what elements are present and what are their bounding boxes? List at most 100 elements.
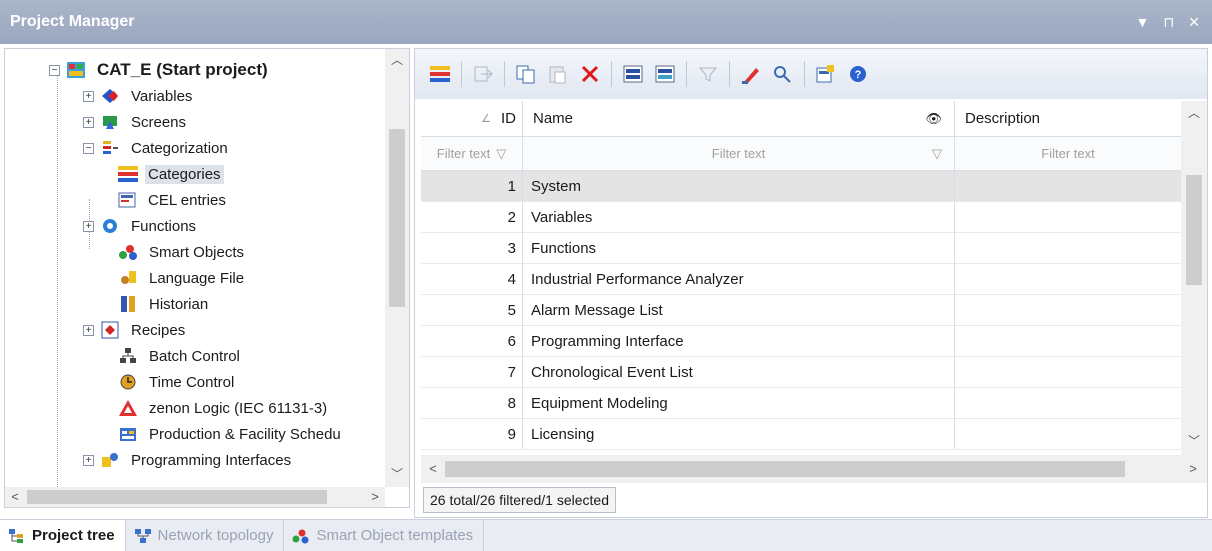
tab-smart-object-templates[interactable]: Smart Object templates [284, 520, 485, 551]
scrollbar-thumb[interactable] [1186, 175, 1202, 285]
table-row[interactable]: 5 Alarm Message List [421, 295, 1181, 326]
grid-vertical-scrollbar[interactable]: ︿ ﹀ [1181, 101, 1207, 455]
tab-project-tree[interactable]: Project tree [0, 520, 126, 551]
tree-item-variables[interactable]: + Variables [83, 83, 195, 109]
expand-icon[interactable]: + [83, 90, 94, 102]
filter-funnel-icon[interactable]: ▽ [496, 146, 506, 162]
tree-item-time-control[interactable]: Time Control [101, 369, 237, 395]
cell-description [955, 295, 1181, 325]
column-header-description[interactable]: Description [955, 101, 1181, 136]
tree-item-categorization[interactable]: − Categorization [83, 135, 231, 161]
tree-item-batch-control[interactable]: Batch Control [101, 343, 243, 369]
jump-to-icon[interactable] [472, 63, 494, 85]
cell-id: 4 [421, 264, 523, 294]
scrollbar-thumb[interactable] [445, 461, 1125, 477]
tree-item-screens[interactable]: + Screens [83, 109, 189, 135]
table-row[interactable]: 6 Programming Interface [421, 326, 1181, 357]
table-row[interactable]: 8 Equipment Modeling [421, 388, 1181, 419]
column-header-name[interactable]: Name 👁 [523, 101, 955, 136]
search-icon[interactable] [772, 63, 794, 85]
scroll-down-icon[interactable]: ﹀ [1181, 429, 1207, 453]
tree-item-programming-interfaces[interactable]: + Programming Interfaces [83, 447, 294, 473]
grid-horizontal-scrollbar[interactable]: < > [421, 455, 1207, 483]
delete-icon[interactable] [579, 63, 601, 85]
cell-name: Variables [523, 202, 955, 232]
production-scheduler-icon [118, 425, 138, 443]
project-tree: − CAT_E (Start project) + Variables + Sc… [5, 49, 385, 487]
status-summary: 26 total/26 filtered/1 selected [423, 487, 617, 513]
copy-icon[interactable] [515, 63, 537, 85]
table-row[interactable]: 1 System [421, 171, 1181, 202]
tree-item-zenon-logic[interactable]: zenon Logic (IEC 61131-3) [101, 395, 330, 421]
window-title: Project Manager [10, 13, 135, 30]
cell-description [955, 326, 1181, 356]
cell-id: 3 [421, 233, 523, 263]
tree-item-cel-entries[interactable]: CEL entries [117, 187, 229, 213]
scroll-left-icon[interactable]: < [5, 487, 25, 507]
tree-item-historian[interactable]: Historian [101, 291, 211, 317]
filter-cell-description[interactable]: Filter text [955, 137, 1181, 170]
new-category-icon[interactable] [429, 63, 451, 85]
tree-item-smart-objects[interactable]: Smart Objects [101, 239, 247, 265]
column-header-id[interactable]: ∠ ID [421, 101, 523, 136]
cell-name: System [523, 171, 955, 201]
help-icon[interactable]: ? [847, 63, 869, 85]
scroll-right-icon[interactable]: > [1181, 455, 1205, 483]
table-row[interactable]: 4 Industrial Performance Analyzer [421, 264, 1181, 295]
filter-cell-id[interactable]: Filter text ▽ [421, 137, 523, 170]
xml-import-icon[interactable] [654, 63, 676, 85]
collapse-icon[interactable]: − [83, 142, 94, 154]
screens-icon [100, 113, 120, 131]
filter-funnel-icon[interactable]: ▽ [932, 146, 942, 162]
edit-icon[interactable] [740, 63, 762, 85]
cell-description [955, 388, 1181, 418]
dropdown-icon[interactable]: ▼ [1135, 14, 1149, 31]
scroll-down-icon[interactable]: ﹀ [385, 463, 409, 485]
tree-root[interactable]: − CAT_E (Start project) [49, 57, 271, 83]
tree-item-recipes[interactable]: + Recipes [83, 317, 188, 343]
cell-description [955, 264, 1181, 294]
expand-icon[interactable]: + [83, 324, 94, 336]
properties-icon[interactable] [815, 63, 837, 85]
filter-icon[interactable] [697, 63, 719, 85]
table-row[interactable]: 2 Variables [421, 202, 1181, 233]
cell-id: 7 [421, 357, 523, 387]
scroll-left-icon[interactable]: < [421, 455, 445, 483]
project-tree-panel: − CAT_E (Start project) + Variables + Sc… [4, 48, 410, 508]
xml-export-icon[interactable] [622, 63, 644, 85]
scroll-up-icon[interactable]: ︿ [385, 49, 409, 71]
scrollbar-thumb[interactable] [27, 490, 327, 504]
tree-item-production-scheduler[interactable]: Production & Facility Schedu [101, 421, 344, 447]
cell-id: 6 [421, 326, 523, 356]
binoculars-icon[interactable]: 👁 [925, 111, 942, 127]
close-icon[interactable]: ✕ [1188, 14, 1200, 31]
tab-network-topology[interactable]: Network topology [126, 520, 285, 551]
table-row[interactable]: 9 Licensing [421, 419, 1181, 450]
categories-icon [117, 165, 138, 183]
smart-object-templates-icon [292, 528, 310, 544]
tree-item-categories[interactable]: Categories [117, 161, 224, 187]
tree-vertical-scrollbar[interactable]: ︿ ﹀ [385, 49, 409, 487]
svg-text:?: ? [855, 69, 862, 81]
categories-panel: ? ∠ ID Name 👁 Description Filter text ▽ … [414, 48, 1208, 518]
cell-id: 8 [421, 388, 523, 418]
historian-icon [118, 295, 138, 313]
table-row[interactable]: 7 Chronological Event List [421, 357, 1181, 388]
tree-item-functions[interactable]: + Functions [83, 213, 199, 239]
expand-icon[interactable]: + [83, 116, 94, 128]
paste-icon[interactable] [547, 63, 569, 85]
pin-icon[interactable]: ⊓ [1163, 14, 1174, 31]
cell-name: Licensing [523, 419, 955, 449]
cell-description [955, 202, 1181, 232]
scroll-up-icon[interactable]: ︿ [1181, 101, 1207, 125]
scroll-right-icon[interactable]: > [365, 487, 385, 507]
expand-icon[interactable]: + [83, 454, 94, 466]
filter-cell-name[interactable]: Filter text ▽ [523, 137, 955, 170]
table-row[interactable]: 3 Functions [421, 233, 1181, 264]
tree-horizontal-scrollbar[interactable]: < > [5, 487, 385, 507]
collapse-icon[interactable]: − [49, 64, 60, 76]
tree-item-language-file[interactable]: Language File [101, 265, 247, 291]
cell-description [955, 419, 1181, 449]
expand-icon[interactable]: + [83, 220, 94, 232]
scrollbar-thumb[interactable] [389, 129, 405, 307]
